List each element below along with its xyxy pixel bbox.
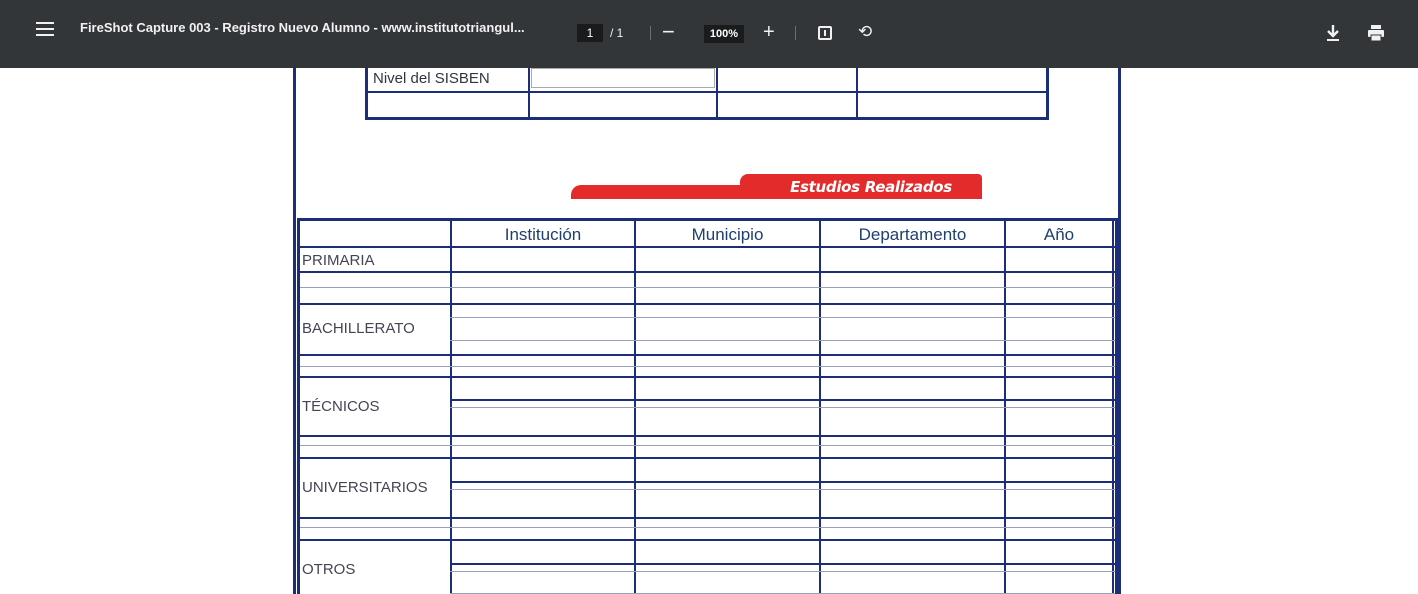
row-line [450, 340, 1115, 341]
section-banner: Estudios Realizados [571, 174, 982, 199]
row-label-primaria: PRIMARIA [302, 252, 375, 269]
document-title: FireShot Capture 003 - Registro Nuevo Al… [80, 20, 525, 35]
row-line [300, 287, 1115, 288]
divider [795, 26, 796, 40]
row-line [450, 399, 1115, 401]
sisben-table: Nivel del SISBEN [365, 68, 1049, 120]
row-label-universitarios: UNIVERSITARIOS [302, 479, 428, 496]
table-line [368, 91, 1046, 93]
row-line [450, 317, 1115, 318]
row-line [300, 271, 1115, 273]
row-label-otros: OTROS [302, 561, 356, 578]
row-line [300, 457, 1115, 459]
column-header-ano: Año [1043, 225, 1075, 244]
row-line [300, 527, 1115, 528]
row-line [300, 517, 1115, 519]
row-line [300, 539, 1115, 541]
pdf-toolbar: FireShot Capture 003 - Registro Nuevo Al… [0, 0, 1418, 68]
section-title: Estudios Realizados [790, 178, 952, 196]
zoom-input[interactable]: 100% [704, 25, 744, 43]
row-line [450, 407, 1115, 408]
zoom-out-icon[interactable]: − [662, 21, 675, 43]
column-header-institucion: Institución [504, 225, 582, 244]
pdf-viewer[interactable]: Nivel del SISBEN Estudios Realizados Ins… [0, 68, 1418, 594]
row-line [450, 563, 1115, 565]
row-label-tecnicos: TÉCNICOS [302, 398, 380, 415]
row-line [300, 376, 1115, 378]
row-line [300, 435, 1115, 437]
column-header-departamento: Departamento [858, 225, 967, 244]
column-header-municipio: Municipio [691, 225, 764, 244]
row-line [300, 246, 1115, 248]
row-line [450, 571, 1115, 572]
row-line [300, 366, 1115, 367]
print-icon[interactable] [1367, 24, 1385, 42]
more-icon[interactable]: ⋮ [1411, 22, 1418, 42]
divider [650, 26, 651, 40]
menu-icon[interactable] [36, 22, 54, 36]
row-line [300, 354, 1115, 356]
page-total: / 1 [610, 26, 624, 40]
download-icon[interactable] [1325, 24, 1341, 42]
studies-table: Institución Municipio Departamento Año P… [297, 218, 1118, 594]
sisben-label: Nivel del SISBEN [373, 70, 490, 87]
row-label-bachillerato: BACHILLERATO [302, 320, 415, 337]
row-line [300, 303, 1115, 305]
row-line [300, 445, 1115, 446]
zoom-in-icon[interactable]: + [763, 20, 775, 44]
fit-page-icon[interactable] [818, 26, 832, 40]
page-number-input[interactable]: 1 [577, 24, 603, 42]
sisben-field[interactable] [531, 68, 715, 88]
row-line [450, 481, 1115, 483]
row-line [450, 489, 1115, 490]
rotate-icon[interactable]: ⟲ [858, 22, 872, 42]
